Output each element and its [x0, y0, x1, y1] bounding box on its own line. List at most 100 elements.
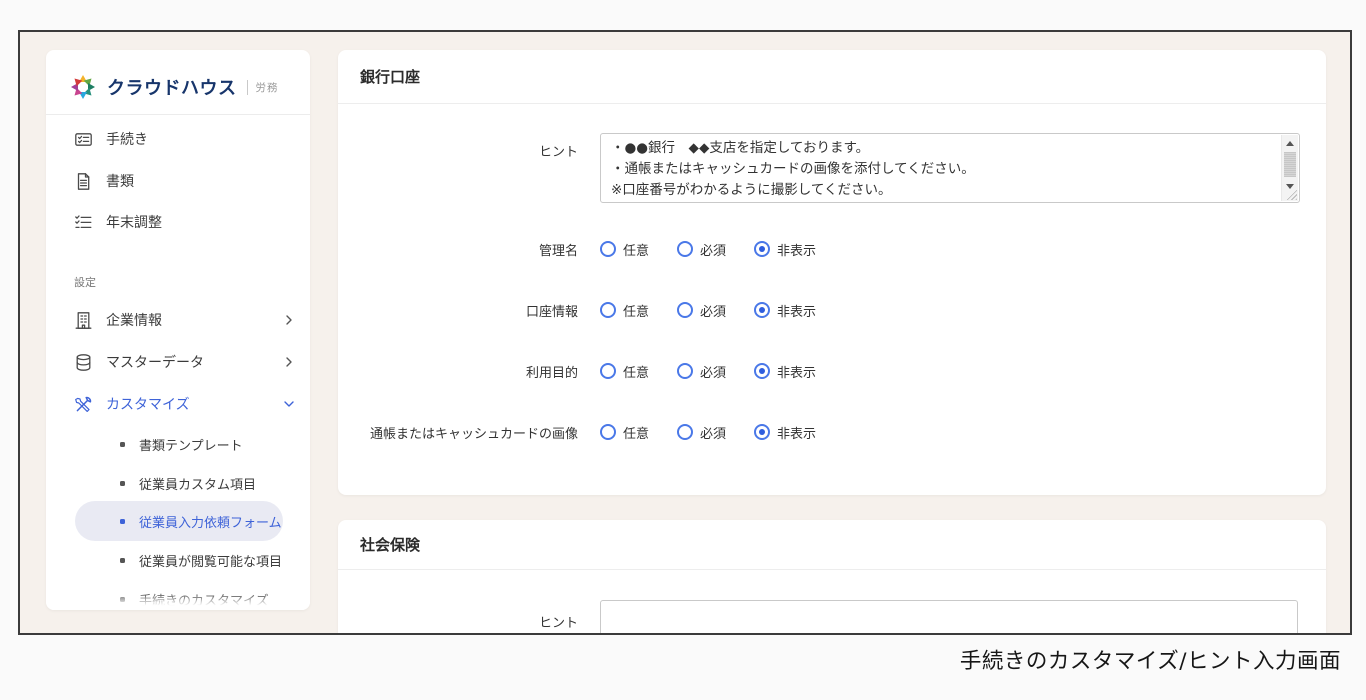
hint-label: ヒント — [338, 600, 578, 635]
radio-circle-icon[interactable] — [600, 241, 616, 257]
radio-option-label: 非表示 — [777, 362, 816, 381]
radio-usage-purpose-hidden[interactable]: 非表示 — [754, 362, 816, 381]
sidebar-subitem-label: 従業員が閲覧可能な項目 — [139, 551, 282, 570]
radio-usage-purpose-required[interactable]: 必須 — [677, 362, 726, 381]
section-title: 銀行口座 — [338, 50, 1326, 104]
hint-textarea[interactable]: ・●●銀行 ◆◆支店を指定しております。 ・通帳またはキャッシュカードの画像を添… — [600, 133, 1300, 203]
sidebar: クラウドハウス 労務 設定 手続き 書類 年末調整 企業情報 マスターデータ — [46, 50, 310, 610]
sidebar-item-customize[interactable]: カスタマイズ — [74, 392, 296, 416]
sidebar-item-procedures[interactable]: 手続き — [74, 127, 296, 151]
radio-circle-icon[interactable] — [677, 363, 693, 379]
hint-label: ヒント — [338, 133, 578, 203]
radio-group: 任意 必須 非表示 — [600, 362, 816, 381]
hint-text: ・●●銀行 ◆◆支店を指定しております。 ・通帳またはキャッシュカードの画像を添… — [611, 138, 1275, 198]
sidebar-item-label: 書類 — [106, 171, 134, 191]
customize-icon — [74, 395, 93, 414]
radio-circle-icon[interactable] — [677, 424, 693, 440]
brand-separator — [247, 80, 248, 95]
procedures-icon — [74, 130, 93, 149]
radio-option-label: 任意 — [623, 301, 649, 320]
field-row-usage-purpose: 利用目的 任意 必須 非表示 — [338, 362, 816, 380]
sidebar-item-label: マスターデータ — [106, 352, 204, 372]
radio-option-label: 任意 — [623, 362, 649, 381]
radio-account-info-optional[interactable]: 任意 — [600, 301, 649, 320]
hint-row: ヒント ・●●銀行 ◆◆支店を指定しております。 ・通帳またはキャッシュカードの… — [338, 133, 1300, 203]
field-label: 利用目的 — [338, 362, 578, 381]
radio-circle-icon[interactable] — [754, 424, 770, 440]
radio-group: 任意 必須 非表示 — [600, 423, 816, 442]
scroll-up-icon[interactable] — [1282, 136, 1298, 151]
radio-option-label: 任意 — [623, 423, 649, 442]
radio-circle-icon[interactable] — [754, 363, 770, 379]
radio-option-label: 必須 — [700, 240, 726, 259]
radio-group: 任意 必須 非表示 — [600, 301, 816, 320]
social-insurance-section: 社会保険 ヒント — [338, 520, 1326, 635]
field-row-account-info: 口座情報 任意 必須 非表示 — [338, 301, 816, 319]
sidebar-item-label: 企業情報 — [106, 310, 162, 330]
sidebar-item-master-data[interactable]: マスターデータ — [74, 350, 296, 374]
field-label: 管理名 — [338, 240, 578, 259]
sidebar-divider — [46, 114, 310, 115]
radio-admin-name-required[interactable]: 必須 — [677, 240, 726, 259]
settings-section-label: 設定 — [74, 274, 96, 290]
field-row-admin-name: 管理名 任意 必須 非表示 — [338, 240, 816, 258]
scrollbar-thumb[interactable] — [1284, 152, 1296, 177]
bullet-icon — [120, 519, 125, 524]
field-label: 口座情報 — [338, 301, 578, 320]
radio-passbook-image-optional[interactable]: 任意 — [600, 423, 649, 442]
radio-circle-icon[interactable] — [677, 241, 693, 257]
radio-account-info-hidden[interactable]: 非表示 — [754, 301, 816, 320]
hint-textarea[interactable] — [600, 600, 1298, 635]
app-logo[interactable]: クラウドハウス 労務 — [68, 66, 279, 108]
field-row-passbook-image: 通帳またはキャッシュカードの画像 任意 必須 非表示 — [338, 423, 816, 441]
radio-circle-icon[interactable] — [754, 241, 770, 257]
radio-passbook-image-hidden[interactable]: 非表示 — [754, 423, 816, 442]
sidebar-item-documents[interactable]: 書類 — [74, 169, 296, 193]
radio-circle-icon[interactable] — [600, 363, 616, 379]
brand-pinwheel-icon — [68, 72, 98, 102]
company-icon — [74, 311, 93, 330]
sidebar-item-label: 手続き — [106, 129, 148, 149]
sidebar-subitem-label: 従業員カスタム項目 — [139, 474, 256, 493]
sidebar-subitem-employee-input-request-form[interactable]: 従業員入力依頼フォーム — [120, 511, 282, 531]
radio-circle-icon[interactable] — [754, 302, 770, 318]
sidebar-item-year-end-adjustment[interactable]: 年末調整 — [74, 210, 296, 234]
sidebar-subitem-document-template[interactable]: 書類テンプレート — [120, 434, 243, 454]
radio-option-label: 任意 — [623, 240, 649, 259]
sidebar-subitem-label: 書類テンプレート — [139, 435, 243, 454]
chevron-right-icon — [282, 355, 296, 369]
figure-caption: 手続きのカスタマイズ/ヒント入力画面 — [960, 644, 1341, 675]
documents-icon — [74, 172, 93, 191]
textarea-scrollbar[interactable] — [1281, 135, 1298, 201]
radio-option-label: 非表示 — [777, 301, 816, 320]
chevron-down-icon — [282, 397, 296, 411]
radio-circle-icon[interactable] — [677, 302, 693, 318]
field-label: 通帳またはキャッシュカードの画像 — [338, 423, 578, 442]
radio-admin-name-hidden[interactable]: 非表示 — [754, 240, 816, 259]
brand-product-label: 労務 — [256, 80, 279, 95]
year-end-icon — [74, 213, 93, 232]
radio-option-label: 必須 — [700, 301, 726, 320]
sidebar-item-company-info[interactable]: 企業情報 — [74, 308, 296, 332]
sidebar-item-label: 年末調整 — [106, 212, 162, 232]
radio-option-label: 非表示 — [777, 240, 816, 259]
section-title: 社会保険 — [338, 520, 1326, 570]
bullet-icon — [120, 442, 125, 447]
radio-admin-name-optional[interactable]: 任意 — [600, 240, 649, 259]
radio-passbook-image-required[interactable]: 必須 — [677, 423, 726, 442]
radio-group: 任意 必須 非表示 — [600, 240, 816, 259]
sidebar-subitem-employee-custom-fields[interactable]: 従業員カスタム項目 — [120, 473, 256, 493]
screenshot-frame: クラウドハウス 労務 設定 手続き 書類 年末調整 企業情報 マスターデータ — [18, 30, 1352, 635]
sidebar-subitem-employee-viewable-items[interactable]: 従業員が閲覧可能な項目 — [120, 550, 282, 570]
hint-row: ヒント — [338, 600, 1298, 635]
radio-account-info-required[interactable]: 必須 — [677, 301, 726, 320]
bank-account-section: 銀行口座 ヒント ・●●銀行 ◆◆支店を指定しております。 ・通帳またはキャッシ… — [338, 50, 1326, 495]
sidebar-bottom-fade — [46, 592, 310, 610]
radio-option-label: 必須 — [700, 423, 726, 442]
radio-circle-icon[interactable] — [600, 302, 616, 318]
radio-usage-purpose-optional[interactable]: 任意 — [600, 362, 649, 381]
bullet-icon — [120, 481, 125, 486]
radio-circle-icon[interactable] — [600, 424, 616, 440]
sidebar-item-label: カスタマイズ — [106, 394, 190, 414]
sidebar-subitem-label: 従業員入力依頼フォーム — [139, 512, 282, 531]
